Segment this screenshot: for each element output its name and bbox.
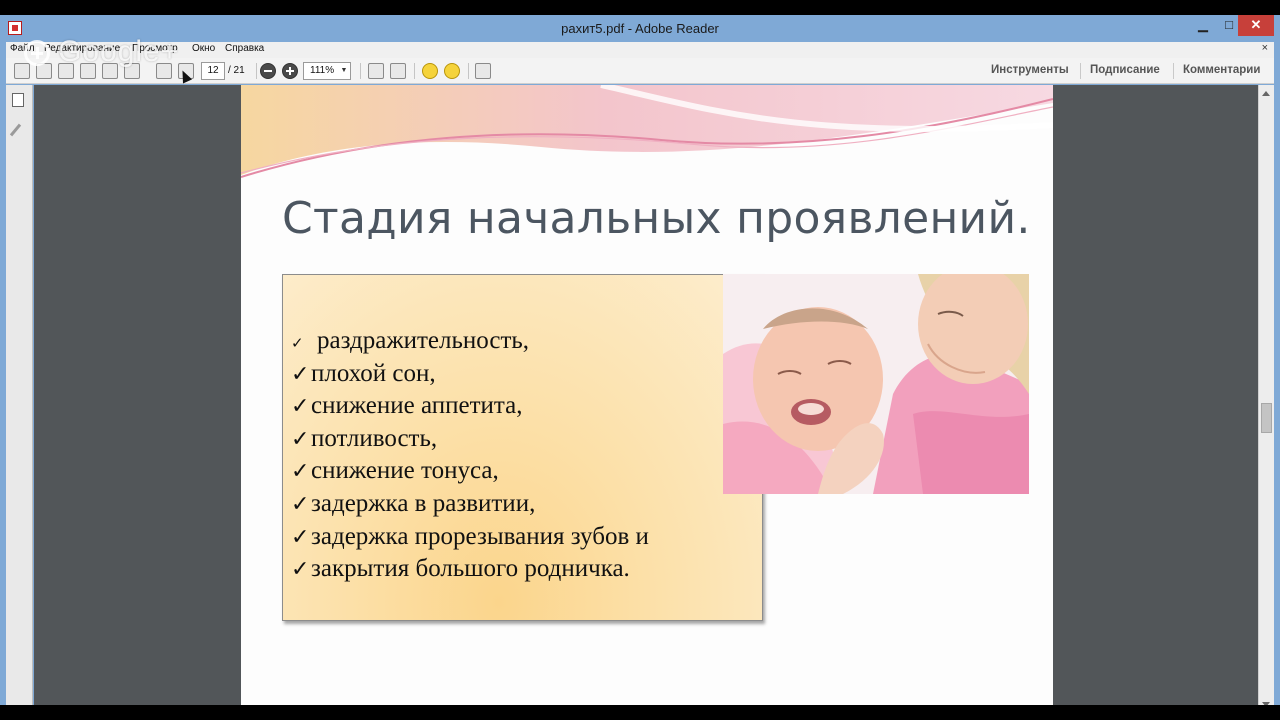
- slide-header-wave: [241, 85, 1053, 178]
- watermark-text: Google+: [58, 35, 180, 68]
- page-thumbnails-icon[interactable]: [12, 90, 27, 107]
- toolbar-divider: [360, 63, 361, 79]
- toolbar-divider: [468, 63, 469, 79]
- document-view: Стадия начальных проявлений. ✓ раздражите…: [34, 85, 1258, 713]
- check-icon: ✓: [291, 393, 310, 419]
- list-item: ✓ раздражительность,: [291, 325, 649, 358]
- zoom-out-icon[interactable]: [260, 63, 276, 79]
- list-item: ✓снижение тонуса,: [291, 455, 649, 488]
- check-icon: ✓: [291, 425, 310, 451]
- check-icon: ✓: [291, 523, 310, 549]
- comment-link[interactable]: Комментарии: [1183, 64, 1260, 76]
- check-icon: ✓: [291, 490, 310, 516]
- symptoms-box: ✓ раздражительность, ✓плохой сон, ✓снижен…: [282, 274, 763, 621]
- google-plus-icon: [24, 40, 50, 66]
- pdf-page: Стадия начальных проявлений. ✓ раздражите…: [241, 85, 1053, 713]
- tools-link[interactable]: Инструменты: [991, 64, 1069, 76]
- list-item: ✓снижение аппетита,: [291, 390, 649, 423]
- toolbar-divider: [1080, 63, 1081, 79]
- fit-page-icon[interactable]: [390, 63, 406, 79]
- bottom-bar: [0, 705, 1280, 720]
- screen: рахит5.pdf - Adobe Reader ▁ □ ✕ Файл Ред…: [0, 0, 1280, 720]
- fullscreen-icon[interactable]: [475, 63, 491, 79]
- check-icon: ✓: [291, 458, 310, 484]
- chevron-down-icon[interactable]: ▼: [339, 64, 349, 78]
- scroll-up-icon[interactable]: [1262, 91, 1270, 96]
- list-item: ✓потливость,: [291, 423, 649, 456]
- scroll-thumb[interactable]: [1261, 403, 1272, 433]
- google-plus-watermark: Google+: [14, 32, 254, 88]
- check-icon: ✓: [291, 336, 304, 352]
- vertical-scrollbar[interactable]: [1258, 85, 1274, 713]
- zoom-select[interactable]: 111% ▼: [303, 62, 351, 80]
- fit-width-icon[interactable]: [368, 63, 384, 79]
- toolbar-divider: [256, 63, 257, 79]
- symptoms-list: ✓ раздражительность, ✓плохой сон, ✓снижен…: [291, 325, 649, 586]
- list-item: ✓задержка в развитии,: [291, 488, 649, 521]
- app-window: рахит5.pdf - Adobe Reader ▁ □ ✕ Файл Ред…: [0, 15, 1280, 713]
- close-button[interactable]: ✕: [1238, 15, 1274, 36]
- comment-icon[interactable]: [422, 63, 438, 79]
- highlight-icon[interactable]: [444, 63, 460, 79]
- check-icon: ✓: [291, 360, 310, 386]
- check-icon: ✓: [291, 556, 310, 582]
- zoom-value: 111%: [310, 65, 335, 76]
- document-close-icon[interactable]: ×: [1262, 42, 1268, 54]
- signature-pen-icon[interactable]: [9, 123, 22, 137]
- list-item: ✓закрытия большого родничка.: [291, 553, 649, 586]
- list-item: ✓задержка прорезывания зубов и: [291, 521, 649, 554]
- navigation-pane: [6, 85, 33, 713]
- toolbar-divider: [414, 63, 415, 79]
- slide-title: Стадия начальных проявлений.: [282, 193, 1031, 244]
- sign-link[interactable]: Подписание: [1090, 64, 1160, 76]
- mother-baby-photo: [723, 274, 1029, 494]
- list-item: ✓плохой сон,: [291, 358, 649, 391]
- minimize-button[interactable]: ▁: [1190, 15, 1216, 36]
- toolbar-divider: [1173, 63, 1174, 79]
- zoom-in-icon[interactable]: [282, 63, 298, 79]
